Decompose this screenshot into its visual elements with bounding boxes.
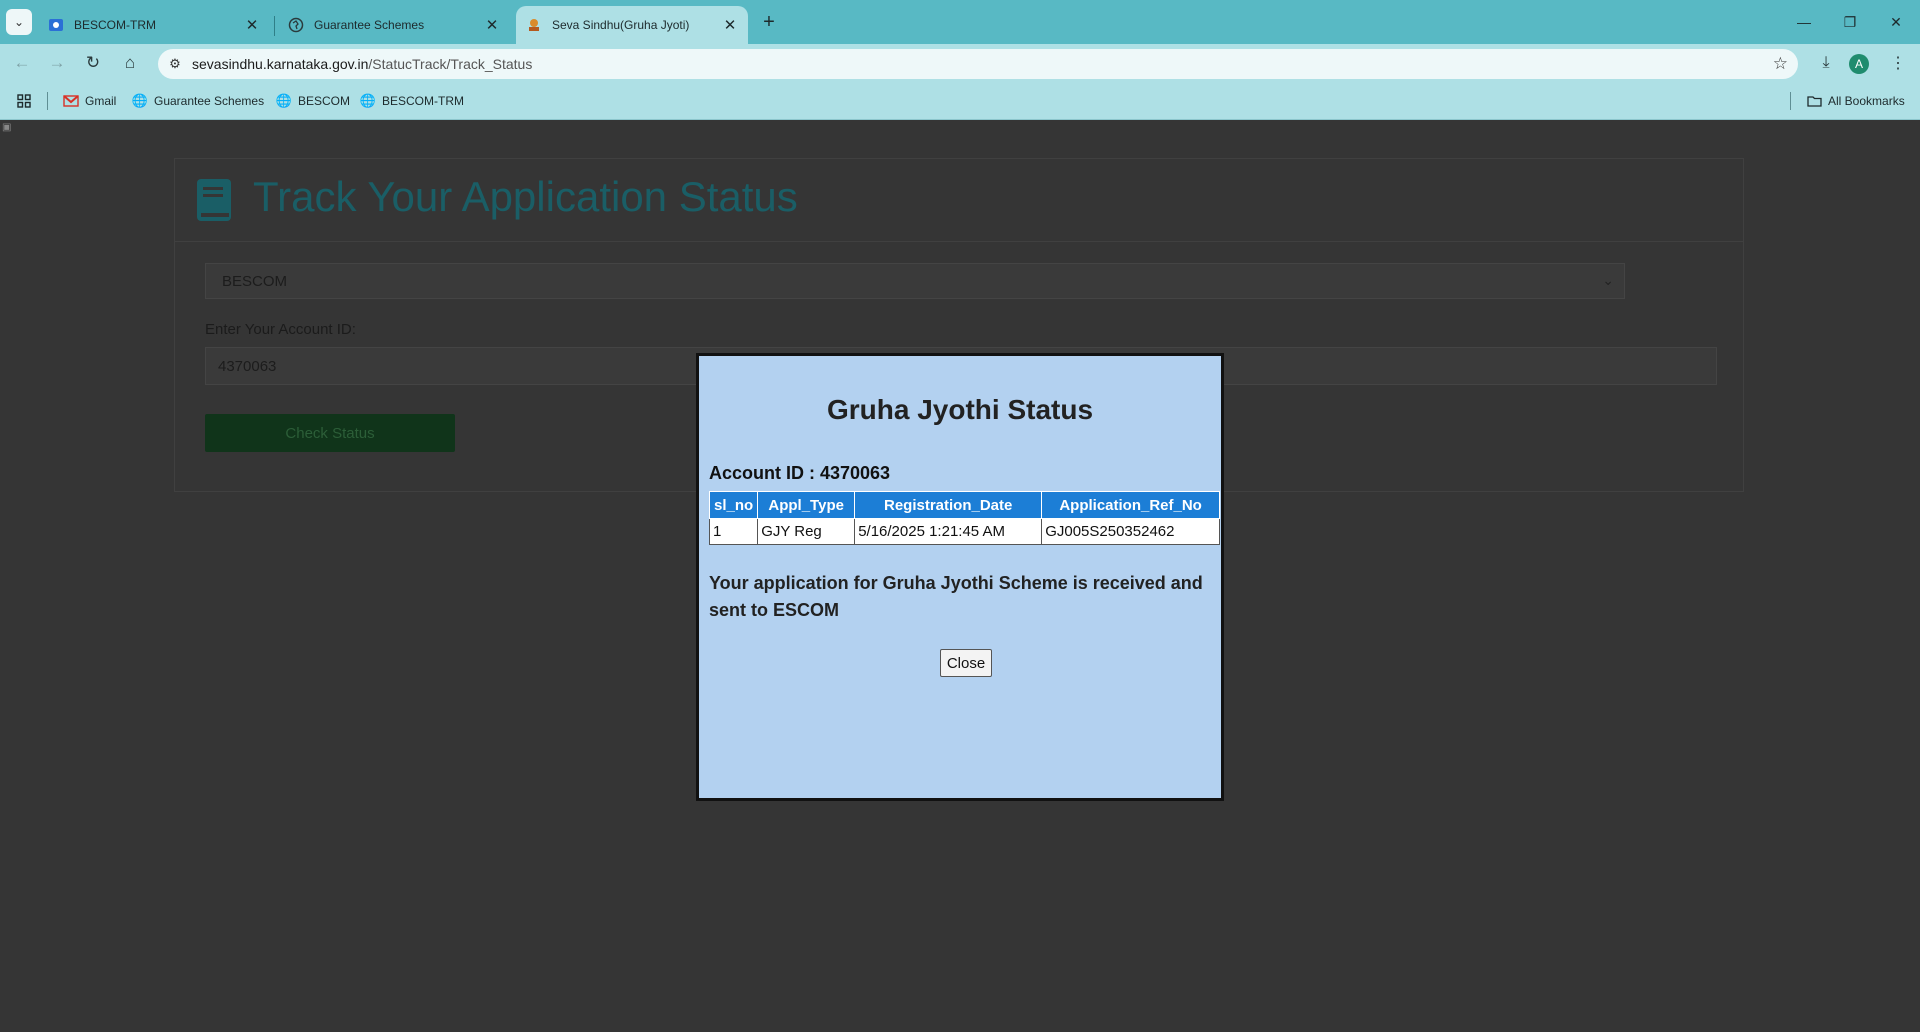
- cell-sl-no: 1: [708, 518, 759, 545]
- new-tab-button[interactable]: +: [756, 9, 782, 35]
- status-message: Your application for Gruha Jyothi Scheme…: [709, 573, 1203, 620]
- column-header-appl-type: Appl_Type: [757, 491, 856, 519]
- url-path: /StatucTrack/Track_Status: [368, 56, 533, 72]
- bookmark-label: Guarantee Schemes: [154, 94, 265, 108]
- globe-icon: 🌐: [359, 93, 377, 108]
- close-icon[interactable]: ✕: [480, 13, 504, 37]
- escom-select[interactable]: BESCOM ⌄: [205, 263, 1625, 299]
- cell-registration-date: 5/16/2025 1:21:45 AM: [854, 518, 1043, 545]
- status-modal: Gruha Jyothi Status Account ID : 4370063…: [696, 353, 1224, 801]
- globe-icon: 🌐: [275, 93, 293, 108]
- book-icon: [197, 179, 231, 221]
- account-id-label: Enter Your Account ID:: [205, 321, 356, 338]
- column-header-application-ref-no: Application_Ref_No: [1041, 491, 1220, 519]
- tab-guarantee-schemes[interactable]: Guarantee Schemes ✕: [278, 6, 510, 44]
- close-icon: ✕: [1890, 13, 1902, 30]
- modal-title: Gruha Jyothi Status: [826, 394, 1094, 425]
- broken-image-icon: ▣: [2, 122, 12, 133]
- home-button[interactable]: ⌂: [116, 50, 144, 76]
- reload-button[interactable]: ↻: [79, 50, 107, 76]
- close-button[interactable]: Close: [940, 649, 992, 677]
- tab-title: Seva Sindhu(Gruha Jyoti): [552, 18, 690, 32]
- bookmark-guarantee-schemes[interactable]: 🌐 Guarantee Schemes: [132, 91, 264, 111]
- tab-seva-sindhu[interactable]: Seva Sindhu(Gruha Jyoti) ✕: [516, 6, 748, 44]
- address-bar[interactable]: ⚙ sevasindhu.karnataka.gov.in/StatucTrac…: [158, 49, 1798, 79]
- forward-button[interactable]: →: [43, 50, 71, 76]
- url-host: sevasindhu.karnataka.gov.in: [192, 56, 369, 72]
- column-header-sl-no: sl_no: [708, 491, 759, 519]
- site-info-icon[interactable]: ⚙: [158, 56, 192, 72]
- table-row: 1 GJY Reg 5/16/2025 1:21:45 AM GJ005S250…: [708, 518, 1220, 545]
- page-title: Track Your Application Status: [253, 173, 798, 220]
- tab-title: Guarantee Schemes: [314, 18, 425, 32]
- tab-separator: [274, 16, 275, 36]
- card-header: Track Your Application Status: [175, 159, 1743, 242]
- status-table: sl_no Appl_Type Registration_Date Applic…: [708, 491, 1220, 545]
- apps-button[interactable]: [16, 91, 38, 111]
- bookmark-label: BESCOM: [298, 94, 351, 108]
- more-vertical-icon: ⋮: [1890, 55, 1906, 72]
- cell-application-ref-no: GJ005S250352462: [1041, 518, 1220, 545]
- home-icon: ⌂: [124, 53, 136, 72]
- gmail-icon: [63, 93, 79, 109]
- apps-grid-icon: [16, 93, 32, 109]
- table-header-row: sl_no Appl_Type Registration_Date Applic…: [708, 491, 1220, 519]
- downloads-button[interactable]: ⤓: [1812, 50, 1840, 76]
- arrow-left-icon: ←: [13, 53, 31, 72]
- close-icon[interactable]: ✕: [240, 13, 264, 37]
- tab-strip: ⌄ BESCOM-TRM ✕ Guarantee Schemes ✕ Seva …: [0, 0, 1920, 44]
- plus-icon: +: [763, 10, 775, 33]
- reload-icon: ↻: [85, 53, 101, 72]
- minimize-button[interactable]: —: [1784, 8, 1824, 36]
- minimize-icon: —: [1797, 14, 1811, 30]
- profile-avatar[interactable]: A: [1849, 54, 1869, 74]
- arrow-right-icon: →: [48, 53, 66, 72]
- restore-button[interactable]: ❐: [1830, 8, 1870, 36]
- chevron-down-icon: ⌄: [1602, 272, 1614, 288]
- window-close-button[interactable]: ✕: [1876, 8, 1916, 36]
- column-header-registration-date: Registration_Date: [854, 491, 1043, 519]
- karnataka-emblem-icon: [526, 17, 542, 33]
- bescom-favicon-icon: [48, 17, 64, 33]
- all-bookmarks-button[interactable]: All Bookmarks: [1806, 91, 1905, 111]
- modal-account-id: Account ID : 4370063: [709, 463, 891, 483]
- globe-icon: 🌐: [131, 93, 149, 108]
- cell-appl-type: GJY Reg: [757, 518, 856, 545]
- tab-bescom-trm[interactable]: BESCOM-TRM ✕: [38, 6, 270, 44]
- all-bookmarks-label: All Bookmarks: [1828, 94, 1905, 108]
- browser-menu-button[interactable]: ⋮: [1884, 50, 1912, 76]
- chevron-down-icon: ⌄: [13, 15, 25, 29]
- tab-search-button[interactable]: ⌄: [6, 9, 32, 35]
- bookmark-star-icon[interactable]: ☆: [1773, 54, 1788, 74]
- close-icon[interactable]: ✕: [718, 13, 742, 37]
- back-button[interactable]: ←: [8, 50, 36, 76]
- bookmark-bescom-trm[interactable]: 🌐 BESCOM-TRM: [360, 91, 464, 111]
- escom-select-value: BESCOM: [222, 272, 288, 290]
- bookmarks-divider: [47, 92, 48, 110]
- check-status-button[interactable]: Check Status: [205, 414, 455, 452]
- bookmarks-divider: [1790, 92, 1791, 110]
- globe-icon: [288, 17, 304, 33]
- download-icon: ⤓: [1822, 54, 1830, 71]
- bookmark-label: Gmail: [85, 94, 117, 108]
- bookmark-bescom[interactable]: 🌐 BESCOM: [276, 91, 350, 111]
- bookmarks-bar: Gmail 🌐 Guarantee Schemes 🌐 BESCOM 🌐 BES…: [0, 82, 1920, 120]
- browser-toolbar: ← → ↻ ⌂ ⚙ sevasindhu.karnataka.gov.in/St…: [0, 44, 1920, 82]
- tab-title: BESCOM-TRM: [74, 18, 156, 32]
- bookmark-gmail[interactable]: Gmail: [63, 91, 116, 111]
- folder-icon: [1806, 93, 1822, 109]
- bookmark-label: BESCOM-TRM: [382, 94, 464, 108]
- restore-icon: ❐: [1843, 13, 1857, 30]
